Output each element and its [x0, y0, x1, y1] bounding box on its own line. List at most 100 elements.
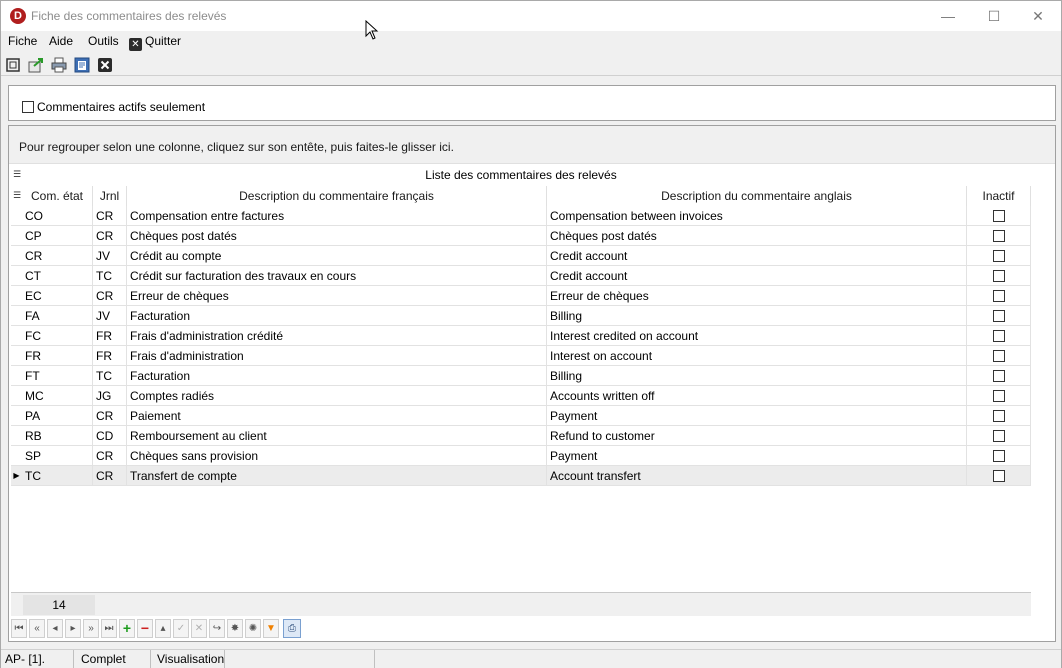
jrnl-cell[interactable]: TC: [93, 266, 127, 286]
filter-icon[interactable]: ▼: [263, 619, 279, 638]
inactive-checkbox[interactable]: [992, 390, 1005, 402]
fr-description-cell[interactable]: Transfert de compte: [127, 466, 547, 486]
code-cell[interactable]: MC: [22, 386, 93, 406]
fr-description-cell[interactable]: Chèques sans provision: [127, 446, 547, 466]
fr-description-cell[interactable]: Crédit au compte: [127, 246, 547, 266]
menu-fiche[interactable]: Fiche: [8, 34, 37, 48]
next-page-icon[interactable]: »: [83, 619, 99, 638]
jrnl-cell[interactable]: CR: [93, 206, 127, 226]
en-description-cell[interactable]: Interest on account: [547, 346, 967, 366]
fr-description-cell[interactable]: Facturation: [127, 306, 547, 326]
code-cell[interactable]: TC: [22, 466, 93, 486]
last-page-icon[interactable]: ⏭: [101, 619, 117, 638]
en-description-cell[interactable]: Payment: [547, 406, 967, 426]
inactive-checkbox[interactable]: [992, 290, 1005, 302]
row-indicator[interactable]: [11, 326, 22, 346]
cancel-icon[interactable]: ✕: [191, 619, 207, 638]
close-window-button[interactable]: ✕: [1015, 1, 1061, 31]
en-description-cell[interactable]: Billing: [547, 306, 967, 326]
row-indicator[interactable]: [11, 286, 22, 306]
code-cell[interactable]: CR: [22, 246, 93, 266]
en-description-cell[interactable]: Account transfert: [547, 466, 967, 486]
current-row-indicator-icon[interactable]: ▶: [11, 466, 22, 486]
table-row[interactable]: CT TC Crédit sur facturation des travaux e…: [11, 266, 1031, 286]
goto-bookmark-icon[interactable]: ✺: [245, 619, 261, 638]
table-row[interactable]: CP CR Chèques post datés Chèques post datés: [11, 226, 1031, 246]
first-page-icon[interactable]: ⏮: [11, 619, 27, 638]
prev-page-icon[interactable]: «: [29, 619, 45, 638]
maximize-frame-icon[interactable]: [5, 57, 21, 73]
jrnl-cell[interactable]: CD: [93, 426, 127, 446]
prev-record-icon[interactable]: ◂: [47, 619, 63, 638]
code-cell[interactable]: PA: [22, 406, 93, 426]
confirm-icon[interactable]: ✓: [173, 619, 189, 638]
row-indicator[interactable]: [11, 306, 22, 326]
table-row[interactable]: MC JG Comptes radiés Accounts written off: [11, 386, 1031, 406]
row-indicator[interactable]: [11, 206, 22, 226]
table-row[interactable]: SP CR Chèques sans provision Payment: [11, 446, 1031, 466]
row-indicator[interactable]: [11, 266, 22, 286]
add-icon[interactable]: +: [119, 619, 135, 638]
inactive-checkbox[interactable]: [992, 370, 1005, 382]
fr-description-cell[interactable]: Frais d'administration: [127, 346, 547, 366]
fr-description-cell[interactable]: Paiement: [127, 406, 547, 426]
table-row[interactable]: FR FR Frais d'administration Interest on ac…: [11, 346, 1031, 366]
jrnl-cell[interactable]: CR: [93, 226, 127, 246]
active-only-filter[interactable]: Commentaires actifs seulement: [22, 100, 205, 114]
en-description-cell[interactable]: Credit account: [547, 246, 967, 266]
en-description-cell[interactable]: Erreur de chèques: [547, 286, 967, 306]
code-cell[interactable]: FA: [22, 306, 93, 326]
row-indicator[interactable]: [11, 226, 22, 246]
delete-icon[interactable]: −: [137, 619, 153, 638]
table-row[interactable]: CR JV Crédit au compte Credit account: [11, 246, 1031, 266]
column-header-code[interactable]: Com. état: [22, 186, 93, 206]
export-icon[interactable]: [28, 57, 44, 73]
preview-icon[interactable]: [74, 57, 90, 73]
table-row[interactable]: ▶ TC CR Transfert de compte Account transfer…: [11, 466, 1031, 486]
code-cell[interactable]: CP: [22, 226, 93, 246]
active-only-checkbox[interactable]: [22, 101, 34, 113]
row-indicator[interactable]: [11, 406, 22, 426]
minimize-button[interactable]: —: [925, 1, 971, 31]
inactive-checkbox[interactable]: [992, 450, 1005, 462]
edit-icon[interactable]: ▴: [155, 619, 171, 638]
en-description-cell[interactable]: Credit account: [547, 266, 967, 286]
jrnl-cell[interactable]: CR: [93, 286, 127, 306]
inactive-checkbox[interactable]: [992, 350, 1005, 362]
title-bar[interactable]: D Fiche des commentaires des relevés — ☐…: [1, 1, 1061, 31]
table-row[interactable]: EC CR Erreur de chèques Erreur de chèques: [11, 286, 1031, 306]
inactive-checkbox[interactable]: [992, 330, 1005, 342]
jrnl-cell[interactable]: JV: [93, 246, 127, 266]
inactive-checkbox[interactable]: [992, 270, 1005, 282]
inactive-checkbox[interactable]: [992, 310, 1005, 322]
column-header-fr-description[interactable]: Description du commentaire français: [127, 186, 547, 206]
table-row[interactable]: FT TC Facturation Billing: [11, 366, 1031, 386]
jrnl-cell[interactable]: JV: [93, 306, 127, 326]
fr-description-cell[interactable]: Crédit sur facturation des travaux en co…: [127, 266, 547, 286]
code-cell[interactable]: CO: [22, 206, 93, 226]
refresh-icon[interactable]: ↪: [209, 619, 225, 638]
row-indicator[interactable]: [11, 246, 22, 266]
row-indicator[interactable]: [11, 366, 22, 386]
inactive-checkbox[interactable]: [992, 210, 1005, 222]
inactive-checkbox[interactable]: [992, 430, 1005, 442]
jrnl-cell[interactable]: FR: [93, 346, 127, 366]
maximize-button[interactable]: ☐: [971, 1, 1017, 31]
en-description-cell[interactable]: Chèques post datés: [547, 226, 967, 246]
code-cell[interactable]: FR: [22, 346, 93, 366]
menu-outils[interactable]: Outils: [88, 34, 119, 48]
inactive-checkbox[interactable]: [992, 470, 1005, 482]
row-indicator[interactable]: [11, 346, 22, 366]
jrnl-cell[interactable]: CR: [93, 406, 127, 426]
code-cell[interactable]: EC: [22, 286, 93, 306]
table-row[interactable]: FC FR Frais d'administration crédité Intere…: [11, 326, 1031, 346]
inactive-checkbox[interactable]: [992, 410, 1005, 422]
jrnl-cell[interactable]: CR: [93, 446, 127, 466]
fr-description-cell[interactable]: Comptes radiés: [127, 386, 547, 406]
code-cell[interactable]: CT: [22, 266, 93, 286]
fr-description-cell[interactable]: Compensation entre factures: [127, 206, 547, 226]
inactive-checkbox[interactable]: [992, 230, 1005, 242]
code-cell[interactable]: FT: [22, 366, 93, 386]
code-cell[interactable]: RB: [22, 426, 93, 446]
group-by-area[interactable]: Pour regrouper selon une colonne, clique…: [9, 126, 1055, 164]
